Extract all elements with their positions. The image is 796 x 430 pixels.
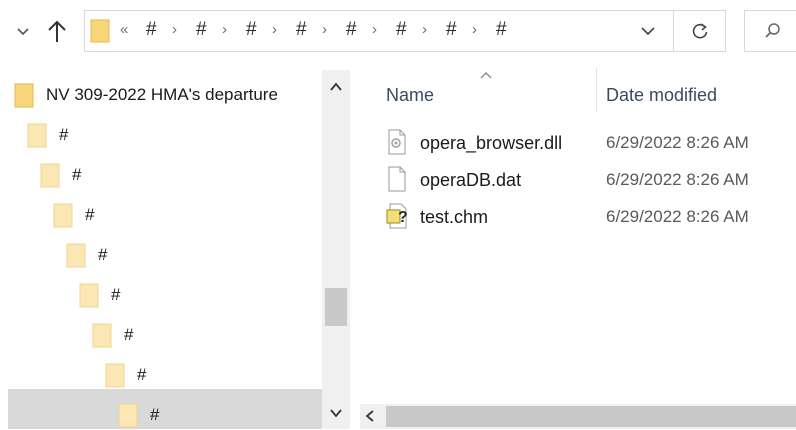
address-dropdown-chevron-icon[interactable]	[640, 24, 656, 38]
tree-item-label: #	[72, 165, 82, 184]
blank-file-icon	[388, 166, 406, 192]
breadcrumb-separator[interactable]: ›	[372, 18, 377, 42]
folder-icon	[90, 19, 110, 43]
folder-icon	[118, 403, 138, 428]
column-header-name[interactable]: Name	[386, 83, 434, 107]
recent-locations-chevron-icon[interactable]	[14, 22, 32, 40]
tree-item[interactable]: #	[0, 400, 320, 430]
folder-icon	[40, 163, 60, 188]
breadcrumb-item[interactable]: #	[146, 18, 157, 42]
breadcrumb-separator[interactable]: ›	[322, 18, 327, 42]
search-icon	[765, 23, 780, 38]
file-row[interactable]: ? test.chm 6/29/2022 8:26 AM	[380, 202, 780, 232]
breadcrumb-item[interactable]: #	[446, 18, 457, 42]
tree-item[interactable]: NV 309-2022 HMA's departure	[0, 80, 320, 110]
folder-icon	[79, 283, 99, 308]
tree-item[interactable]: #	[0, 240, 320, 270]
file-date-modified: 6/29/2022 8:26 AM	[606, 170, 749, 189]
tree-item-label: #	[98, 245, 108, 264]
tree-item-label: #	[124, 325, 134, 344]
tree-item[interactable]: #	[0, 160, 320, 190]
breadcrumb-overflow-icon[interactable]: «	[120, 18, 128, 42]
tree-item[interactable]: #	[0, 280, 320, 310]
breadcrumb-item[interactable]: #	[196, 18, 207, 42]
up-arrow-icon[interactable]	[46, 18, 68, 44]
tree-item-label: #	[137, 365, 147, 384]
breadcrumb-item[interactable]: #	[296, 18, 307, 42]
breadcrumb-item[interactable]: #	[246, 18, 257, 42]
scroll-down-arrow-icon[interactable]	[328, 406, 344, 420]
breadcrumb-item[interactable]: #	[496, 18, 507, 42]
folder-icon	[27, 123, 47, 148]
tree-item-label: #	[150, 405, 160, 424]
dll-file-icon	[388, 129, 406, 155]
column-divider[interactable]	[596, 68, 597, 112]
file-row[interactable]: operaDB.dat 6/29/2022 8:26 AM	[380, 165, 780, 195]
scroll-up-arrow-icon[interactable]	[328, 80, 344, 94]
svg-text:?: ?	[398, 209, 408, 226]
folder-icon	[92, 323, 112, 348]
tree-item-label: NV 309-2022 HMA's departure	[46, 85, 278, 104]
content-horizontal-scrollbar-thumb[interactable]	[386, 406, 796, 427]
breadcrumb-item[interactable]: #	[346, 18, 357, 42]
file-name: operaDB.dat	[420, 170, 522, 190]
file-date-modified: 6/29/2022 8:26 AM	[606, 207, 749, 226]
file-name: opera_browser.dll	[420, 133, 563, 153]
tree-item-label: #	[85, 205, 95, 224]
folder-icon	[105, 363, 125, 388]
refresh-icon	[692, 23, 708, 39]
tree-item[interactable]: #	[0, 120, 320, 150]
file-date-modified: 6/29/2022 8:26 AM	[606, 133, 749, 152]
tree-item-label: #	[59, 125, 69, 144]
tree-item[interactable]: #	[0, 200, 320, 230]
tree-item-label: #	[111, 285, 121, 304]
nav-pane-scrollbar-thumb[interactable]	[325, 288, 347, 326]
sort-ascending-icon	[480, 72, 492, 79]
column-header-date-modified[interactable]: Date modified	[606, 83, 717, 107]
nav-pane-scrollbar[interactable]	[322, 70, 350, 429]
breadcrumb-item[interactable]: #	[396, 18, 407, 42]
breadcrumb-separator[interactable]: ›	[472, 18, 477, 42]
breadcrumb-separator[interactable]: ›	[272, 18, 277, 42]
breadcrumb-separator[interactable]: ›	[172, 18, 177, 42]
chm-help-file-icon: ?	[386, 203, 408, 229]
file-name: test.chm	[420, 207, 489, 227]
folder-icon	[14, 83, 34, 108]
tree-item[interactable]: #	[0, 320, 320, 350]
breadcrumb-separator[interactable]: ›	[422, 18, 427, 42]
file-row[interactable]: opera_browser.dll 6/29/2022 8:26 AM	[380, 128, 780, 158]
scroll-left-arrow-icon[interactable]	[364, 409, 376, 423]
folder-icon	[53, 203, 73, 228]
breadcrumb-separator[interactable]: ›	[222, 18, 227, 42]
folder-icon	[66, 243, 86, 268]
tree-item[interactable]: #	[0, 360, 320, 390]
